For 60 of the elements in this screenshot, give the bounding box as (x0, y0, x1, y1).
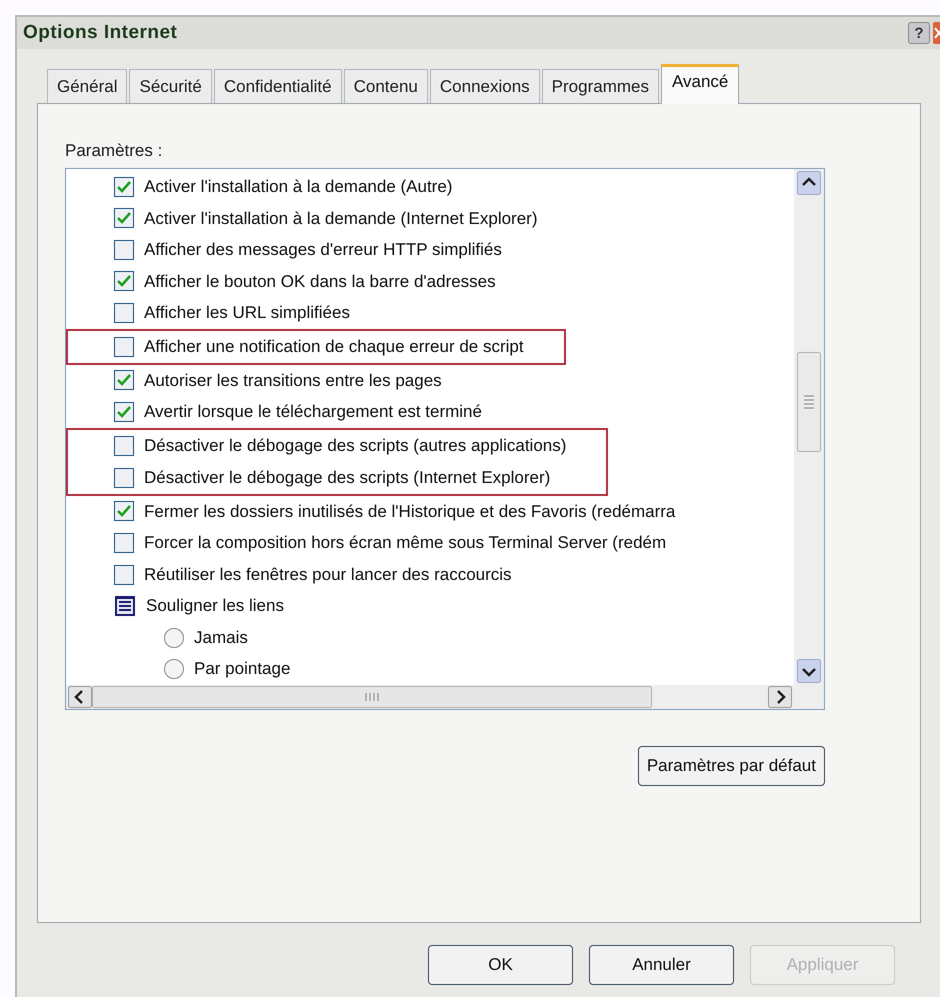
tab[interactable]: Avancé (660, 64, 740, 104)
setting-label: Désactiver le débogage des scripts (Internet Explorer) (144, 466, 550, 489)
close-icon[interactable] (933, 22, 940, 44)
tab[interactable]: Connexions (430, 69, 540, 103)
checkbox[interactable] (114, 501, 134, 522)
radio-button[interactable] (164, 628, 184, 648)
checkbox[interactable] (114, 302, 134, 323)
dialog-button[interactable]: Annuler (589, 945, 734, 985)
tab[interactable]: Général (47, 69, 128, 103)
tab[interactable]: Programmes (542, 69, 659, 103)
vertical-scrollbar[interactable] (794, 169, 824, 685)
setting-label: Réutiliser les fenêtres pour lancer des raccourcis (144, 564, 512, 586)
section-label: Paramètres : (65, 140, 164, 160)
scroll-right-icon[interactable] (768, 686, 792, 708)
setting-label: Activer l'installation à la demande (Internet Explorer) (144, 208, 538, 230)
checkbox[interactable] (114, 176, 134, 197)
checkbox[interactable] (114, 208, 134, 228)
horizontal-scrollbar[interactable] (66, 685, 824, 709)
check-icon (117, 275, 131, 288)
setting-label: Par pointage (194, 658, 290, 680)
tab[interactable]: Confidentialité (214, 69, 342, 103)
scroll-up-icon[interactable] (797, 171, 821, 195)
setting-label: Activer l'installation à la demande (Autre) (144, 176, 452, 198)
setting-label: Désactiver le débogage des scripts (autres applications) (144, 434, 566, 457)
setting-label: Afficher le bouton OK dans la barre d'adresses (144, 270, 496, 293)
dialog-button[interactable]: OK (428, 945, 573, 985)
setting-label: Souligner les liens (146, 595, 284, 618)
scroll-left-icon[interactable] (68, 686, 92, 708)
check-icon (117, 374, 131, 386)
setting-label: Avertir lorsque le téléchargement est terminé (144, 401, 482, 424)
help-button[interactable]: ? (908, 22, 930, 44)
checkbox[interactable] (114, 240, 134, 260)
tab[interactable]: Contenu (344, 69, 428, 103)
setting-label: Afficher les URL simplifiées (144, 302, 350, 324)
checkbox[interactable] (114, 402, 134, 422)
scroll-down-icon[interactable] (797, 659, 821, 683)
default-settings-button[interactable]: Paramètres par défaut (638, 746, 825, 786)
setting-label: Jamais (194, 626, 248, 649)
check-icon (117, 505, 131, 518)
checkbox[interactable] (114, 533, 134, 554)
window-title: Options Internet (23, 20, 178, 45)
checkbox[interactable] (114, 271, 134, 292)
checkbox[interactable] (114, 336, 134, 357)
setting-label: Forcer la composition hors écran même sous Terminal Server (redém (144, 532, 666, 554)
check-icon (117, 212, 131, 224)
setting-label: Afficher une notification de chaque erreur de script (144, 336, 524, 358)
setting-label: Fermer les dossiers inutilisés de l'Historique et des Favoris (redémarra (144, 500, 676, 523)
radio-button[interactable] (164, 659, 184, 680)
checkbox[interactable] (114, 564, 134, 585)
check-icon (117, 406, 131, 418)
checkbox[interactable] (114, 370, 134, 390)
check-icon (117, 180, 131, 193)
list-icon (114, 595, 136, 618)
tab[interactable]: Sécurité (129, 69, 212, 103)
setting-label: Autoriser les transitions entre les pages (144, 370, 442, 392)
setting-label: Afficher des messages d'erreur HTTP simplifiés (144, 239, 502, 262)
scroll-thumb-icon[interactable] (797, 352, 821, 452)
checkbox[interactable] (114, 468, 134, 488)
scroll-thumb-icon[interactable] (92, 686, 652, 708)
checkbox[interactable] (114, 436, 134, 456)
